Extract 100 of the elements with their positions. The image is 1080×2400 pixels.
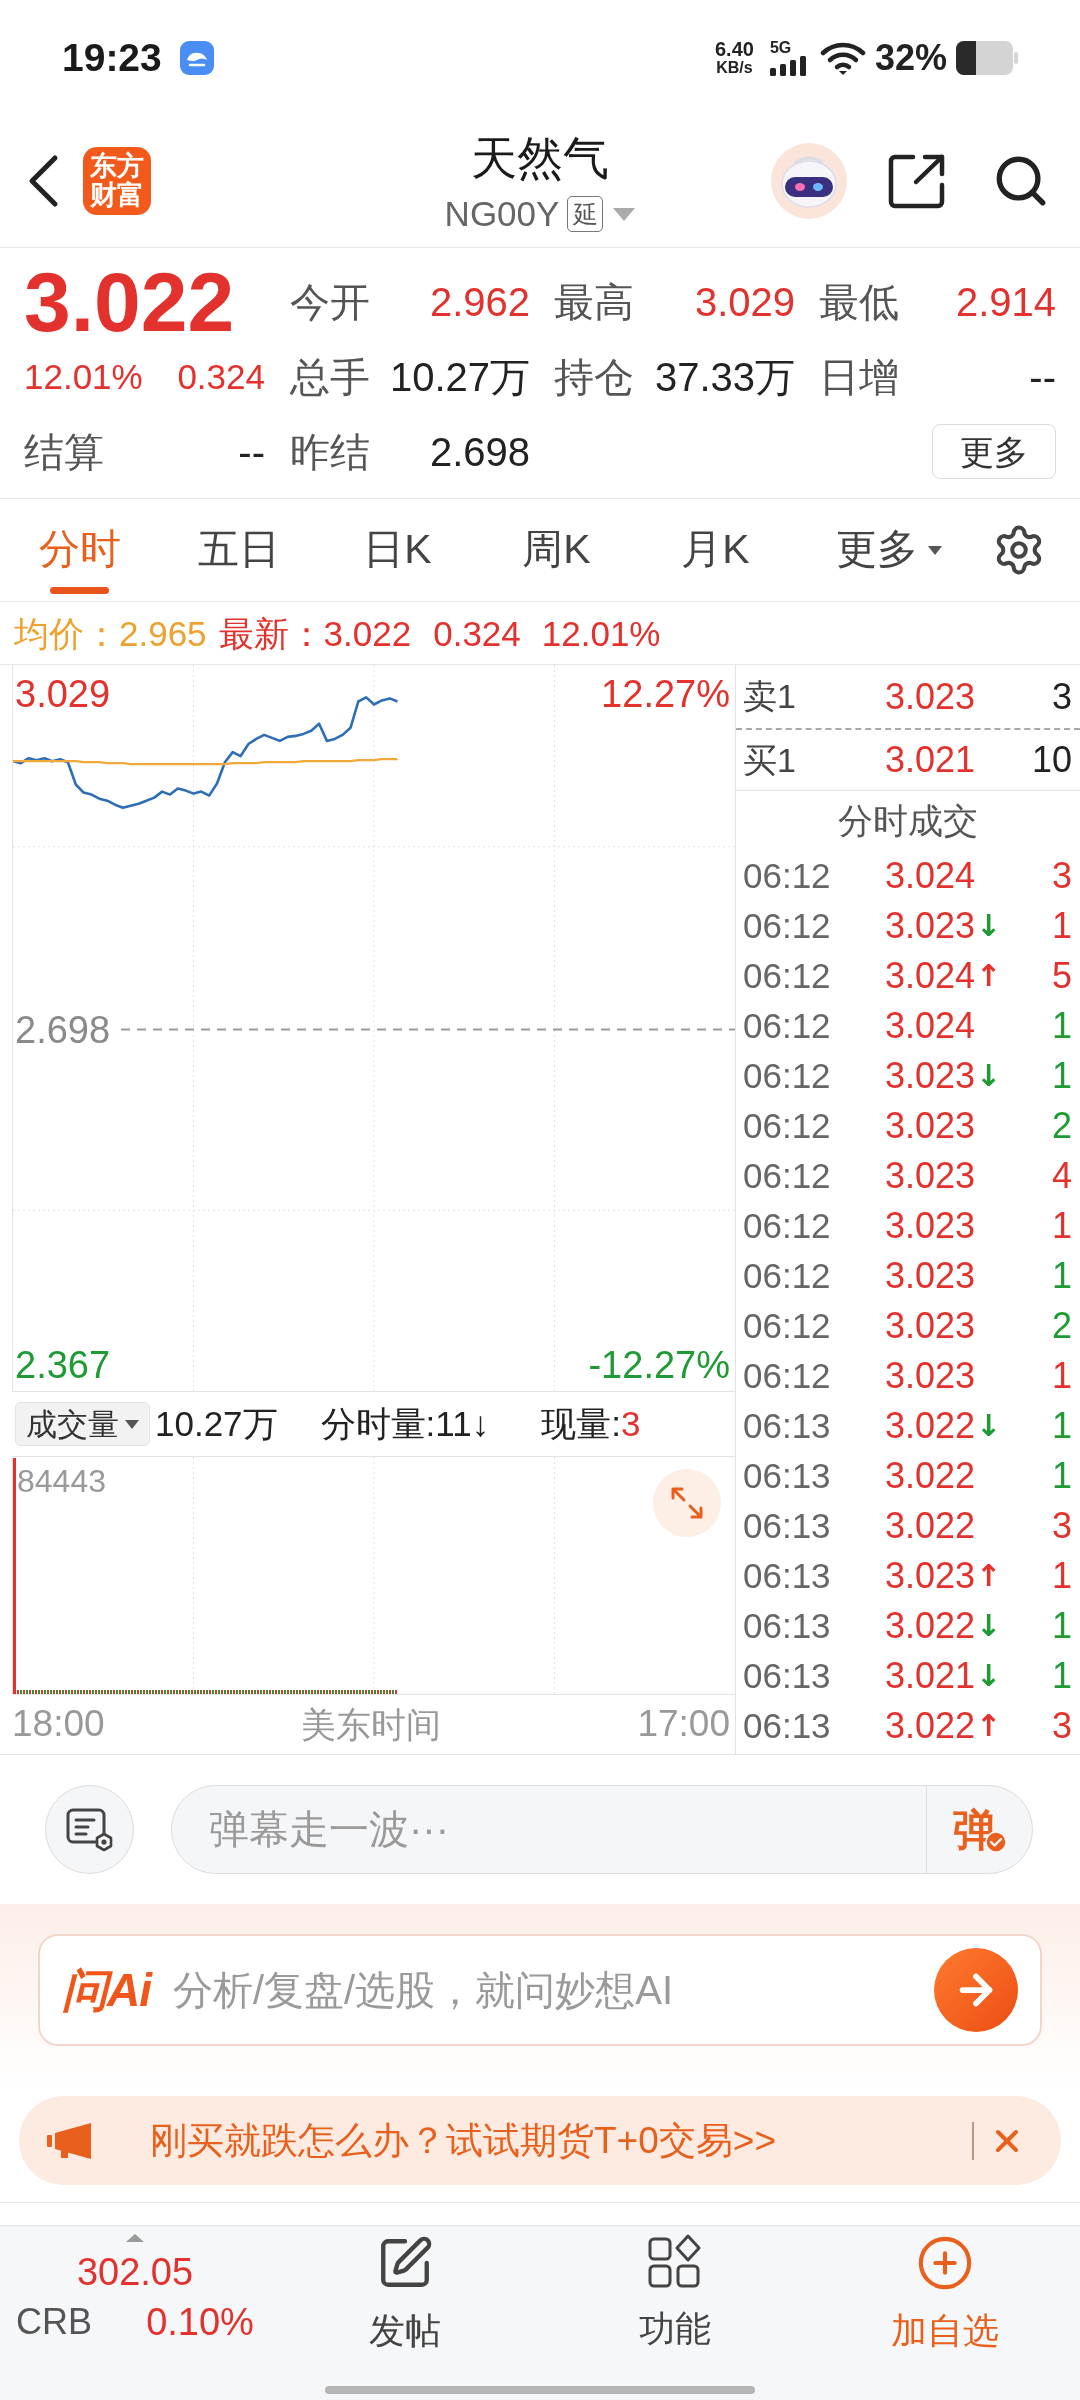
trade-volume: 1	[1051, 1005, 1072, 1047]
network-type: 5G	[769, 39, 792, 56]
trade-price: 3.022	[885, 1505, 976, 1547]
trend-arrow: ↓	[976, 1658, 1002, 1694]
trade-time: 06:13	[743, 1455, 832, 1497]
ai-question-input[interactable]: 分析/复盘/选股，就问妙想AI	[173, 1955, 934, 2025]
stat-label: 最低	[819, 278, 899, 326]
trade-volume: 1	[1051, 1655, 1072, 1697]
network-speed: 6.40	[715, 38, 754, 59]
battery-percent: 32%	[874, 39, 947, 76]
latest-price: 最新：3.022	[218, 615, 412, 651]
trade-price: 3.024	[885, 1005, 976, 1047]
trade-price: 3.023	[885, 1105, 976, 1147]
trade-volume: 1	[1051, 1555, 1072, 1597]
more-button[interactable]: 更多	[932, 424, 1056, 479]
trade-volume: 2	[1051, 1105, 1072, 1147]
stat-label: 日增	[819, 353, 899, 401]
trade-volume: 1	[1051, 1255, 1072, 1297]
trade-volume: 1	[1051, 1455, 1072, 1497]
index-value: 302.05	[76, 2250, 194, 2294]
trade-time: 06:12	[743, 855, 832, 897]
stat-label: 结算	[24, 428, 104, 476]
current-volume-value: 3	[620, 1403, 641, 1446]
stat-label: 最高	[554, 278, 634, 326]
change-amount: 0.324	[177, 355, 265, 398]
stat-value: --	[1029, 353, 1056, 401]
trade-price: 3.024	[885, 855, 976, 897]
trade-price: 3.021	[885, 1655, 976, 1697]
apps-grid-icon[interactable]	[647, 2234, 703, 2290]
stat-value: 10.27万	[389, 353, 530, 401]
trade-time: 06:13	[743, 1655, 832, 1697]
caret-down-icon	[125, 1419, 139, 1429]
list-gear-icon[interactable]	[65, 1807, 114, 1852]
trade-price: 3.023	[885, 1205, 976, 1247]
order-level-label: 买1	[743, 739, 797, 781]
nav-item[interactable]: 发帖	[270, 2226, 540, 2368]
stat-value: --	[238, 428, 265, 476]
stat-value: 3.029	[694, 278, 795, 326]
trade-volume: 3	[1051, 1505, 1072, 1547]
notification-app-icon	[179, 40, 214, 75]
trade-volume: 1	[1051, 1605, 1072, 1647]
more-tab[interactable]: 更多	[795, 499, 983, 601]
trade-volume: 3	[1051, 855, 1072, 897]
trade-price: 3.024	[885, 955, 976, 997]
trade-volume: 2	[1051, 1305, 1072, 1347]
expand-icon[interactable]	[669, 1485, 705, 1522]
page-title: 天然气	[471, 133, 609, 183]
trade-price: 3.022	[885, 1455, 976, 1497]
trade-price: 3.023	[885, 1155, 976, 1197]
index-name: CRB	[16, 2300, 93, 2344]
robot-assistant-icon[interactable]	[771, 143, 847, 219]
contract-code: NG00Y	[444, 193, 560, 235]
trade-price: 3.023	[885, 1055, 976, 1097]
order-price: 3.023	[885, 674, 976, 719]
trade-volume: 5	[1051, 955, 1072, 997]
trade-volume: 3	[1051, 1705, 1072, 1747]
price-change-percent: 12.01%	[541, 615, 661, 651]
wifi-icon	[819, 40, 866, 75]
trade-price: 3.023	[885, 905, 976, 947]
indicator-dropdown[interactable]: 成交量	[15, 1402, 150, 1447]
trade-price: 3.022	[885, 1705, 976, 1747]
trade-time: 06:12	[743, 1055, 832, 1097]
trend-arrow: ↑	[976, 1558, 1002, 1594]
battery-icon	[956, 40, 1018, 75]
stat-value: 2.962	[429, 278, 530, 326]
trade-volume: 4	[1051, 1155, 1072, 1197]
y-axis-label: 2.698	[15, 1007, 111, 1052]
order-price: 3.021	[885, 738, 976, 782]
change-percent: 12.01%	[24, 355, 143, 398]
trade-volume: 1	[1051, 905, 1072, 947]
nav-item[interactable]: 功能	[540, 2226, 810, 2368]
chart-tab[interactable]: 月K	[636, 499, 795, 601]
delay-badge: 延	[567, 196, 604, 232]
trade-price: 3.022	[885, 1605, 976, 1647]
trade-price: 3.023	[885, 1355, 976, 1397]
share-icon[interactable]	[888, 153, 946, 209]
trade-time: 06:12	[743, 1255, 832, 1297]
trend-arrow: ↓	[976, 1608, 1002, 1644]
order-volume: 3	[1051, 674, 1072, 719]
stat-label: 昨结	[290, 428, 370, 476]
stat-value: 37.33万	[654, 353, 795, 401]
trade-price: 3.023	[885, 1555, 976, 1597]
time-axis-label: 17:00	[637, 1702, 730, 1747]
add-circle-icon[interactable]	[916, 2234, 974, 2292]
danmaku-input[interactable]: 弹幕走一波···	[172, 1786, 926, 1873]
stat-label: 今开	[290, 278, 370, 326]
stat-label: 总手	[290, 353, 370, 401]
stat-label: 持仓	[554, 353, 634, 401]
trade-time: 06:12	[743, 905, 832, 947]
caret-down-icon	[928, 545, 942, 555]
trend-arrow: ↓	[976, 1408, 1002, 1444]
chart-tab[interactable]: 周K	[477, 499, 636, 601]
time-zone-label: 美东时间	[301, 1703, 441, 1746]
total-volume: 10.27万	[155, 1403, 278, 1446]
chart-tab[interactable]: 日K	[318, 499, 477, 601]
order-level-label: 卖1	[743, 676, 797, 717]
y-axis-label: 3.029	[15, 672, 111, 717]
trade-time: 06:13	[743, 1505, 832, 1547]
trade-time: 06:13	[743, 1605, 832, 1647]
chart-tab[interactable]: 五日	[159, 499, 318, 601]
